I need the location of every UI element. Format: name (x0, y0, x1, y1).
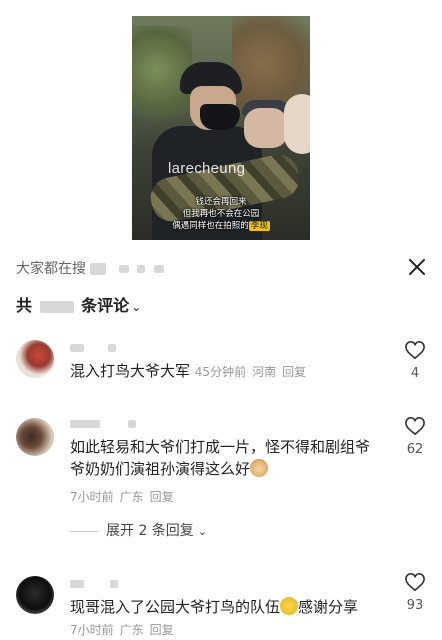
video-watermark: larecheung (168, 160, 246, 177)
heart-icon (405, 572, 425, 592)
redacted-text (127, 419, 136, 428)
bystander-head (244, 108, 288, 148)
redacted-text (107, 343, 116, 352)
bystander-head-2 (284, 94, 310, 154)
comment-time: 7小时前 (70, 490, 114, 504)
comment-location: 广东 (119, 490, 144, 504)
comment-meta: 7小时前 广东 回复 (70, 488, 180, 505)
close-icon[interactable] (404, 254, 430, 280)
avatar[interactable] (16, 340, 54, 378)
like-button[interactable]: 93 (398, 572, 432, 613)
like-button[interactable]: 62 (398, 416, 432, 457)
redacted-text (137, 265, 146, 273)
username-redacted[interactable] (70, 416, 136, 430)
count-suffix: 条评论 (81, 296, 130, 315)
subtitle-line-3: 偶遇同样也在拍照的 李现 (132, 220, 310, 232)
expand-replies-button[interactable]: 展开 2 条回复 ⌄ (70, 520, 207, 540)
like-count: 4 (410, 366, 420, 381)
comment-location: 广东 (119, 623, 144, 637)
avatar[interactable] (16, 418, 54, 456)
reply-button[interactable]: 回复 (150, 490, 174, 504)
subtitle-line-2: 但我再也不会在公园 (182, 209, 260, 219)
comment-time: 7小时前 (70, 623, 114, 637)
comment-meta: 7小时前 广东 回复 (70, 623, 180, 637)
heart-icon (405, 340, 425, 360)
cat-emoji-icon (250, 459, 269, 477)
count-value-redacted (39, 300, 74, 313)
divider-line (70, 530, 98, 532)
comment-body: 如此轻易和大爷们打成一片，怪不得和剧组爷爷奶奶们演祖孙演得这么好 (70, 438, 371, 478)
redacted-text (118, 265, 129, 273)
redacted-text (70, 343, 84, 352)
person-mask (200, 104, 240, 130)
redacted-text (153, 265, 164, 273)
redacted-text (90, 263, 107, 275)
comment-body-tail: 感谢分享 (298, 598, 359, 616)
comment-body: 混入打鸟大爷大军 (70, 362, 191, 380)
avatar[interactable] (16, 576, 54, 614)
comment-text: 如此轻易和大爷们打成一片，怪不得和剧组爷爷奶奶们演祖孙演得这么好 (70, 436, 370, 480)
trending-search-bar[interactable]: 大家都在搜 (16, 258, 164, 278)
like-count: 93 (406, 598, 424, 613)
chevron-down-icon: ⌄ (197, 525, 208, 538)
emoji-icon (280, 597, 299, 615)
subtitle-line-3-text: 偶遇同样也在拍照的 (172, 221, 249, 231)
redacted-text (70, 579, 84, 588)
like-count: 62 (406, 442, 424, 457)
chevron-down-icon: ⌄ (131, 300, 142, 314)
username-redacted[interactable] (70, 340, 116, 354)
comment-sheet: 大家都在搜 共 条评论 ⌄ 混入打鸟大爷大军 45分钟前 河南 回复 4 如此轻… (0, 240, 442, 640)
username-redacted[interactable] (70, 576, 118, 590)
count-prefix: 共 (16, 296, 33, 315)
comment-count[interactable]: 共 条评论 ⌄ (16, 292, 141, 316)
reply-button[interactable]: 回复 (282, 365, 306, 379)
comment-text: 现哥混入了公园大爷打鸟的队伍 感谢分享 7小时前 广东 回复 (70, 596, 370, 640)
heart-icon (405, 416, 425, 436)
reply-button[interactable]: 回复 (150, 623, 174, 637)
redacted-text (70, 419, 100, 428)
subtitle-highlight: 李现 (248, 221, 270, 231)
comment-text: 混入打鸟大爷大军 45分钟前 河南 回复 (70, 360, 370, 383)
expand-replies-label: 展开 2 条回复 (106, 523, 194, 539)
like-button[interactable]: 4 (398, 340, 432, 381)
subtitle-line-1: 钱还会再回来 (195, 197, 247, 207)
redacted-text (109, 579, 118, 588)
trending-label: 大家都在搜 (16, 261, 86, 277)
comment-meta: 45分钟前 河南 回复 (195, 365, 312, 379)
video-area: larecheung 钱还会再回来 但我再也不会在公园 偶遇同样也在拍照的 李现 (0, 0, 442, 240)
comment-body: 现哥混入了公园大爷打鸟的队伍 (70, 598, 281, 616)
comment-location: 河南 (252, 365, 277, 379)
comment-time: 45分钟前 (194, 365, 247, 379)
